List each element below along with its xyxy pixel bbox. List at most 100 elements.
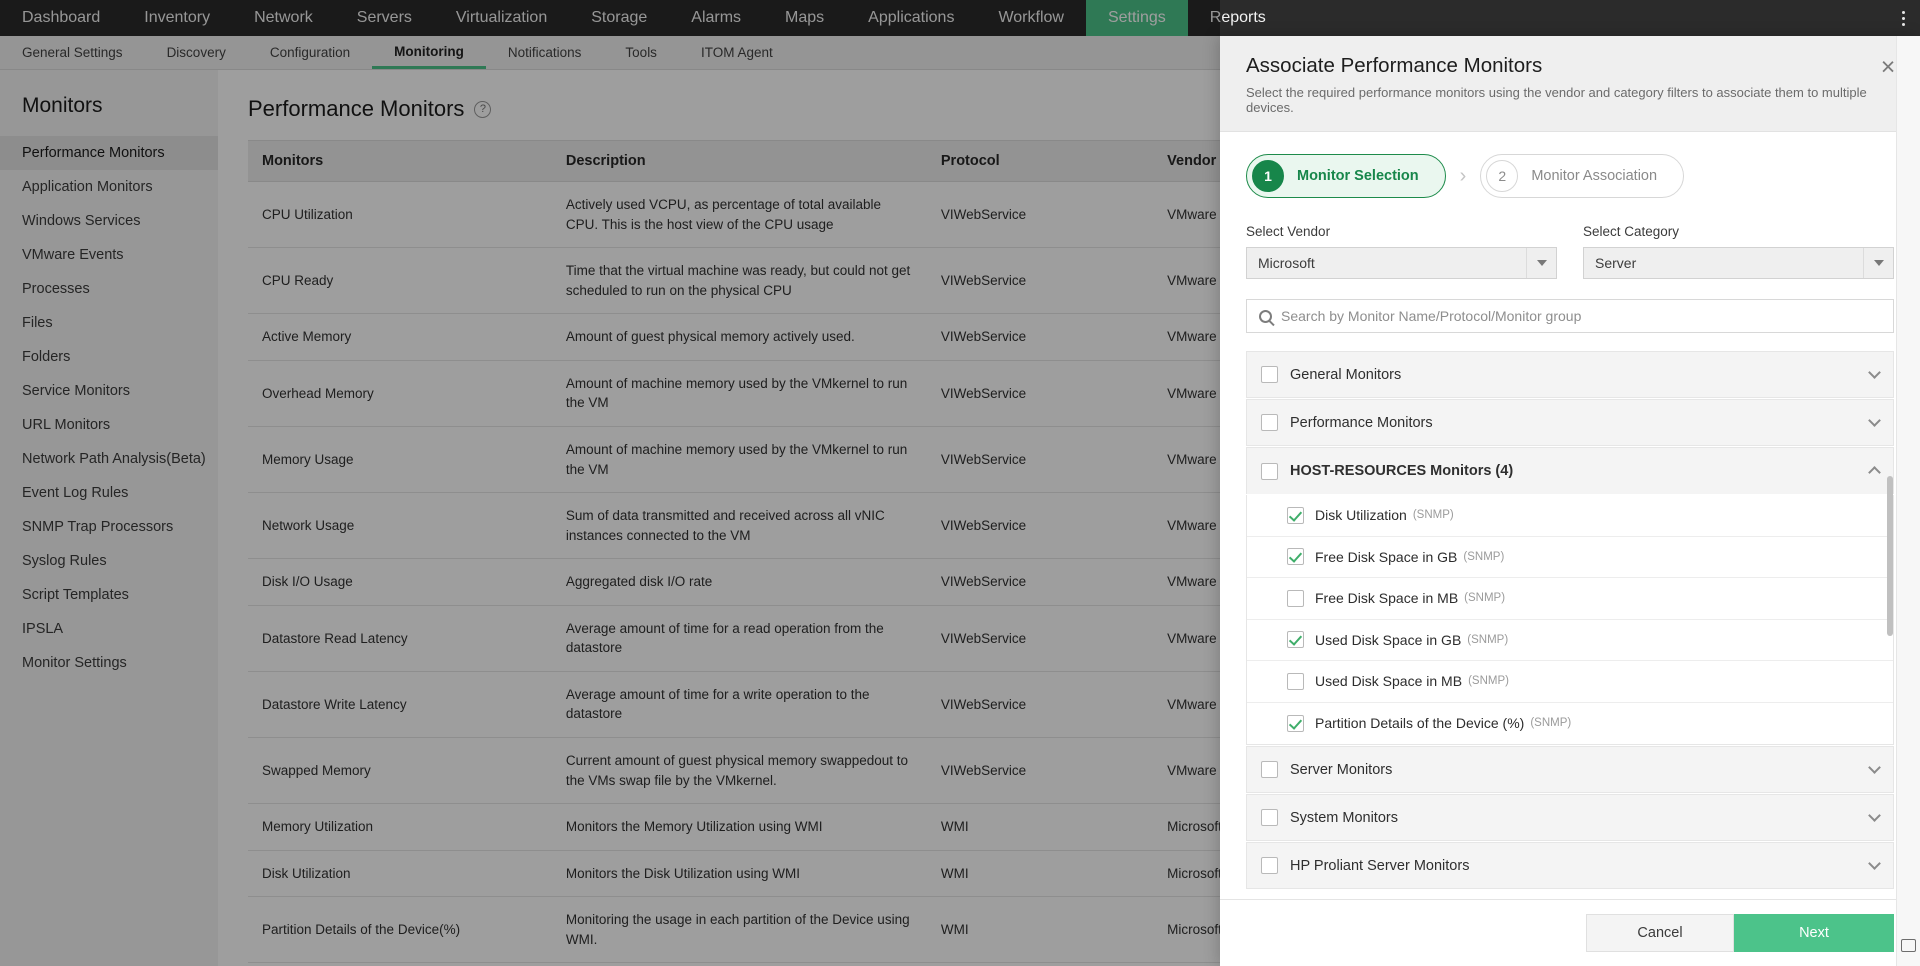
monitor-group-server-monitors[interactable]: Server Monitors: [1246, 746, 1894, 793]
cancel-button[interactable]: Cancel: [1586, 914, 1734, 952]
sidebar-item-event-log-rules[interactable]: Event Log Rules: [0, 476, 218, 510]
topnav-item-inventory[interactable]: Inventory: [122, 0, 232, 36]
group-label: System Monitors: [1290, 809, 1398, 826]
sidebar-item-files[interactable]: Files: [0, 306, 218, 340]
subnav-item-monitoring[interactable]: Monitoring: [372, 36, 486, 69]
monitor-group-system-monitors[interactable]: System Monitors: [1246, 794, 1894, 841]
group-checkbox[interactable]: [1261, 414, 1278, 431]
topnav-item-servers[interactable]: Servers: [335, 0, 434, 36]
group-checkbox[interactable]: [1261, 857, 1278, 874]
topnav-item-workflow[interactable]: Workflow: [976, 0, 1086, 36]
sidebar-item-performance-monitors[interactable]: Performance Monitors: [0, 136, 218, 170]
column-header-monitors[interactable]: Monitors: [248, 140, 552, 182]
monitor-item[interactable]: Free Disk Space in GB (SNMP): [1247, 537, 1893, 578]
cell-description: Current amount of guest physical memory …: [551, 737, 927, 805]
sidebar-item-ipsla[interactable]: IPSLA: [0, 612, 218, 646]
cell-monitor: Disk I/O Usage: [248, 558, 552, 606]
topnav-item-maps[interactable]: Maps: [763, 0, 846, 36]
cell-protocol: WMI: [926, 896, 1154, 964]
chevron-down-icon: [1863, 248, 1893, 278]
sidebar-item-application-monitors[interactable]: Application Monitors: [0, 170, 218, 204]
monitor-group-general-monitors[interactable]: General Monitors: [1246, 351, 1894, 398]
chevron-up-icon[interactable]: [1868, 466, 1881, 479]
monitor-search[interactable]: [1246, 299, 1894, 333]
monitor-group-host-resources-monitors-4[interactable]: HOST-RESOURCES Monitors (4): [1246, 447, 1894, 494]
monitor-protocol: (SNMP): [1464, 592, 1506, 605]
sidebar-item-snmp-trap-processors[interactable]: SNMP Trap Processors: [0, 510, 218, 544]
sidebar-item-windows-services[interactable]: Windows Services: [0, 204, 218, 238]
chevron-down-icon[interactable]: [1868, 857, 1881, 870]
topnav-item-applications[interactable]: Applications: [846, 0, 976, 36]
sidebar-item-folders[interactable]: Folders: [0, 340, 218, 374]
sidebar-item-script-templates[interactable]: Script Templates: [0, 578, 218, 612]
category-select[interactable]: Server: [1583, 247, 1894, 279]
chevron-down-icon[interactable]: [1868, 414, 1881, 427]
topnav-item-network[interactable]: Network: [232, 0, 335, 36]
wizard-step-1[interactable]: 1 Monitor Selection: [1246, 154, 1446, 198]
topnav-item-dashboard[interactable]: Dashboard: [0, 0, 122, 36]
monitor-checkbox[interactable]: [1287, 548, 1304, 566]
monitor-checkbox[interactable]: [1287, 714, 1304, 732]
sidebar-item-processes[interactable]: Processes: [0, 272, 218, 306]
kebab-menu-icon[interactable]: [1886, 0, 1920, 36]
group-checkbox[interactable]: [1261, 761, 1278, 778]
topnav-item-reports[interactable]: Reports: [1188, 0, 1288, 36]
cell-monitor: CPU Utilization: [248, 181, 552, 249]
monitor-item[interactable]: Free Disk Space in MB (SNMP): [1247, 578, 1893, 620]
cell-protocol: VIWebService: [926, 605, 1154, 672]
topnav-item-virtualization[interactable]: Virtualization: [434, 0, 569, 36]
monitor-group-performance-monitors[interactable]: Performance Monitors: [1246, 399, 1894, 446]
cell-protocol: VIWebService: [926, 671, 1154, 739]
sidebar-item-url-monitors[interactable]: URL Monitors: [0, 408, 218, 442]
monitor-checkbox[interactable]: [1287, 672, 1304, 690]
list-scrollbar[interactable]: [1887, 476, 1893, 636]
group-checkbox[interactable]: [1261, 809, 1278, 826]
cell-protocol: WMI: [926, 850, 1154, 898]
wizard-step-2[interactable]: 2 Monitor Association: [1480, 154, 1685, 198]
sidebar-item-network-path-analysis-beta[interactable]: Network Path Analysis(Beta): [0, 442, 218, 476]
monitor-item[interactable]: Used Disk Space in GB (SNMP): [1247, 620, 1893, 661]
subnav-item-notifications[interactable]: Notifications: [486, 36, 604, 69]
cell-protocol: VIWebService: [926, 737, 1154, 805]
subnav-item-discovery[interactable]: Discovery: [145, 36, 248, 69]
rail-panel-icon[interactable]: [1901, 939, 1916, 952]
sidebar-item-syslog-rules[interactable]: Syslog Rules: [0, 544, 218, 578]
group-label: Performance Monitors: [1290, 414, 1433, 431]
chevron-down-icon[interactable]: [1868, 809, 1881, 822]
search-input[interactable]: [1281, 308, 1881, 324]
subnav-item-general-settings[interactable]: General Settings: [0, 36, 145, 69]
sidebar-item-service-monitors[interactable]: Service Monitors: [0, 374, 218, 408]
topnav-item-storage[interactable]: Storage: [569, 0, 669, 36]
cell-monitor: Memory Utilization: [248, 803, 552, 851]
monitor-group-hp-proliant-server-monitors[interactable]: HP Proliant Server Monitors: [1246, 842, 1894, 889]
group-checkbox[interactable]: [1261, 462, 1278, 480]
subnav-item-itom-agent[interactable]: ITOM Agent: [679, 36, 795, 69]
topnav-item-alarms[interactable]: Alarms: [669, 0, 763, 36]
monitor-checkbox[interactable]: [1287, 589, 1304, 607]
topnav-item-settings[interactable]: Settings: [1085, 0, 1188, 36]
cell-description: Sum of data transmitted and received acr…: [551, 492, 927, 560]
column-header-description[interactable]: Description: [551, 140, 927, 182]
monitor-item[interactable]: Disk Utilization (SNMP): [1247, 495, 1893, 537]
cell-monitor: Active Memory: [248, 313, 552, 361]
sidebar-item-vmware-events[interactable]: VMware Events: [0, 238, 218, 272]
group-checkbox[interactable]: [1261, 366, 1278, 383]
subnav-item-tools[interactable]: Tools: [603, 36, 679, 69]
column-header-protocol[interactable]: Protocol: [926, 140, 1154, 182]
monitor-checkbox[interactable]: [1287, 631, 1304, 649]
sidebar-item-monitor-settings[interactable]: Monitor Settings: [0, 646, 218, 680]
monitor-group-list: General Monitors Performance Monitors HOST…: [1246, 351, 1894, 899]
vendor-selected-value: Microsoft: [1258, 255, 1315, 271]
next-button[interactable]: Next: [1734, 914, 1894, 952]
cell-protocol: VIWebService: [926, 558, 1154, 606]
vendor-select[interactable]: Microsoft: [1246, 247, 1557, 279]
monitor-item[interactable]: Partition Details of the Device (%) (SNMP…: [1247, 703, 1893, 745]
cell-protocol: VIWebService: [926, 492, 1154, 560]
help-icon[interactable]: ?: [474, 100, 492, 118]
subnav-item-configuration[interactable]: Configuration: [248, 36, 372, 69]
search-icon: [1259, 309, 1272, 323]
chevron-down-icon[interactable]: [1868, 761, 1881, 774]
chevron-down-icon[interactable]: [1868, 366, 1881, 379]
monitor-item[interactable]: Used Disk Space in MB (SNMP): [1247, 661, 1893, 703]
monitor-checkbox[interactable]: [1287, 506, 1304, 524]
